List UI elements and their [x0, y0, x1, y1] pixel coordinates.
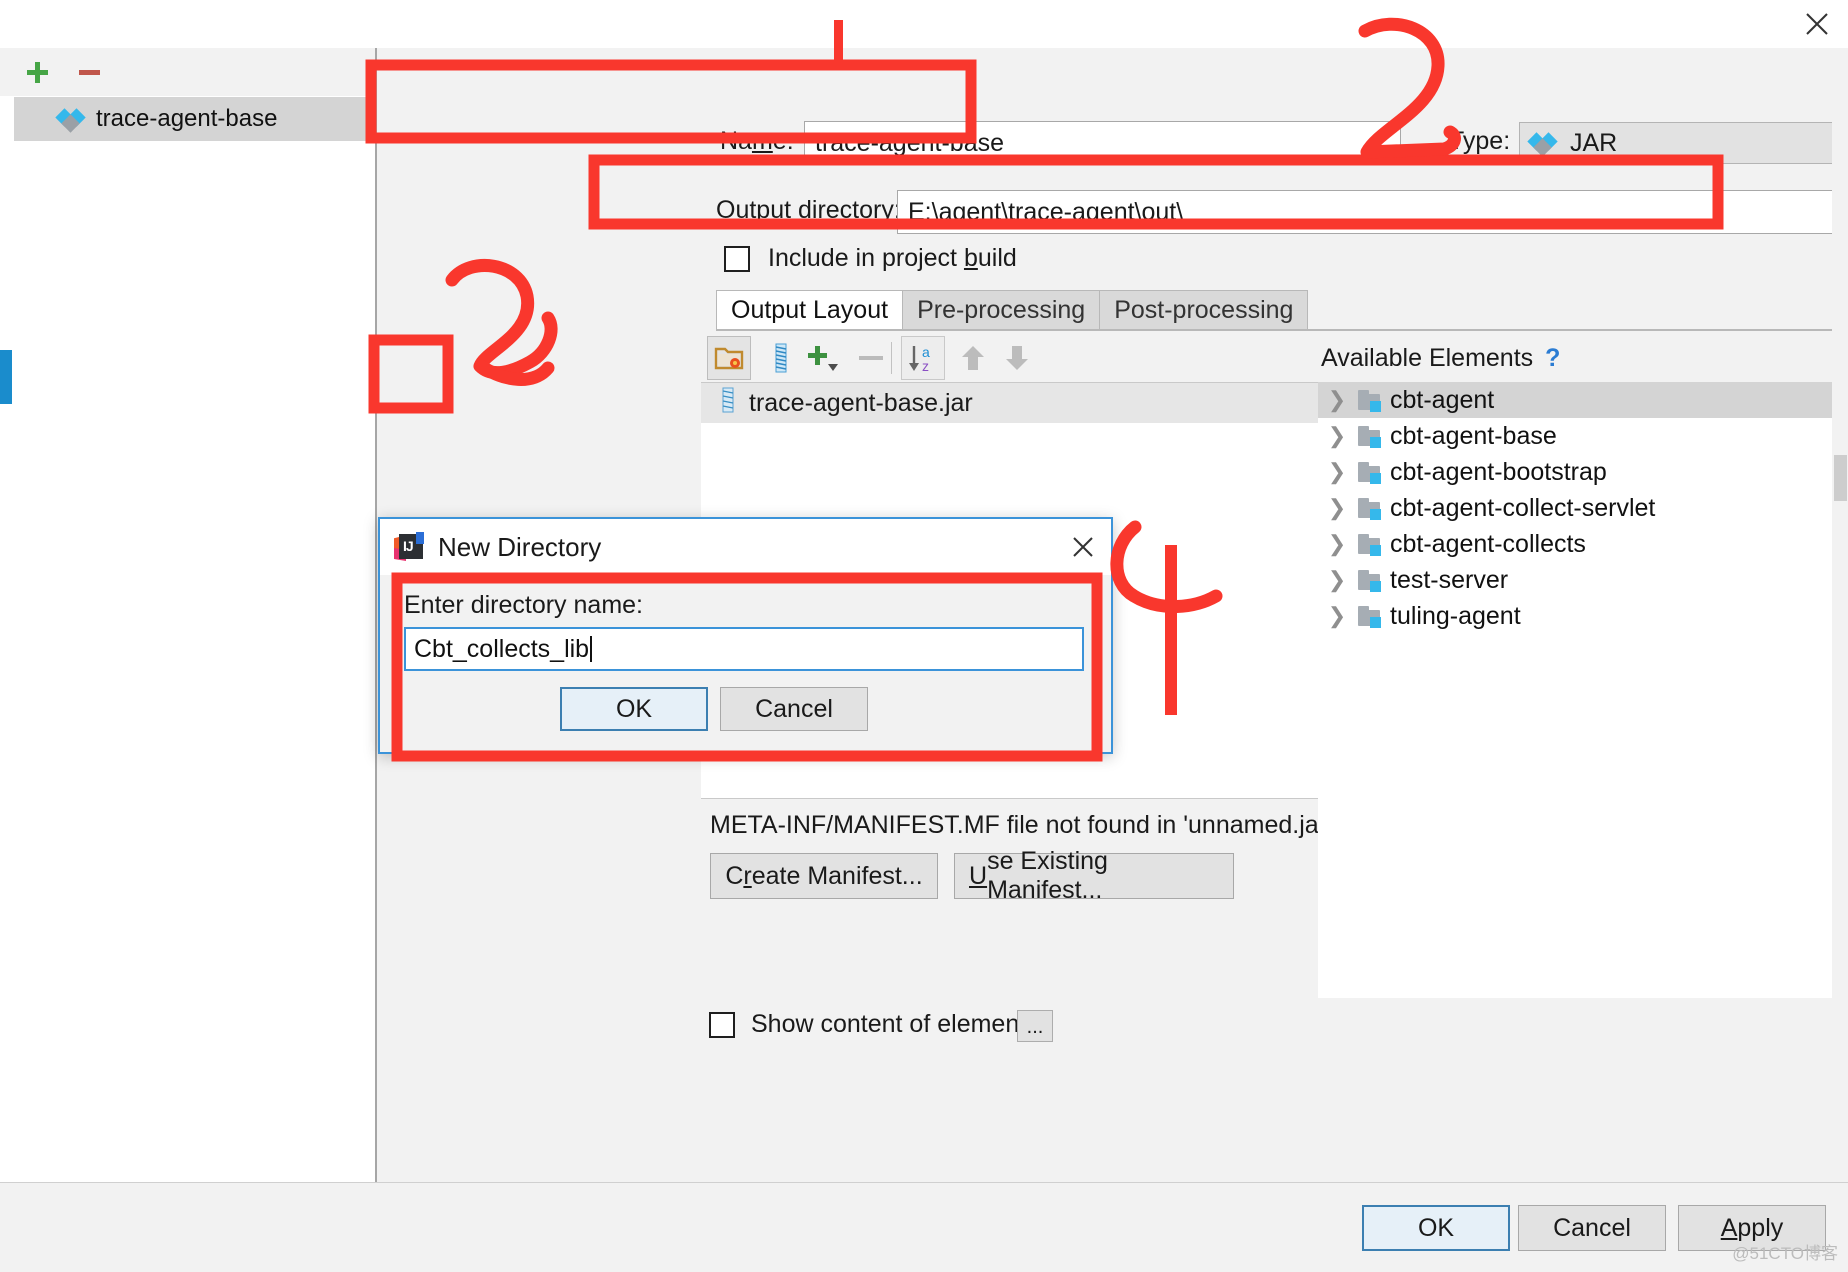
- include-in-project-build-label: Include in project build: [768, 244, 1017, 272]
- module-icon: [1356, 424, 1390, 448]
- manifest-section: META-INF/MANIFEST.MF file not found in '…: [701, 798, 1332, 1028]
- checkbox-box: [709, 1011, 735, 1038]
- available-element-label: cbt-agent-collects: [1390, 529, 1586, 558]
- enter-directory-name-label: Enter directory name:: [404, 591, 643, 619]
- available-element-row[interactable]: ❯ tuling-agent: [1318, 598, 1843, 634]
- available-element-label: cbt-agent: [1390, 385, 1495, 414]
- available-element-row[interactable]: ❯ cbt-agent-base: [1318, 418, 1843, 454]
- ok-button[interactable]: OK: [1362, 1205, 1510, 1251]
- available-element-row[interactable]: ❯ cbt-agent-bootstrap: [1318, 454, 1843, 490]
- available-elements-panel: Available Elements ? ❯ cbt-agent ❯ cbt-a…: [1318, 334, 1843, 998]
- module-icon: [1356, 460, 1390, 484]
- archive-icon[interactable]: [759, 336, 803, 380]
- module-icon: [1356, 388, 1390, 412]
- chevron-right-icon[interactable]: ❯: [1318, 531, 1356, 557]
- directory-name-input[interactable]: Cbt_collects_lib: [404, 627, 1084, 671]
- show-content-of-elements-label: Show content of elements: [751, 1010, 1039, 1038]
- chevron-right-icon[interactable]: ❯: [1318, 567, 1356, 593]
- create-manifest-button[interactable]: Cr eate Manifest...: [710, 853, 938, 899]
- output-layout-row-label: trace-agent-base.jar: [749, 388, 973, 417]
- available-element-row[interactable]: ❯ test-server: [1318, 562, 1843, 598]
- module-icon: [1356, 496, 1390, 520]
- window-titlebar: [0, 0, 1848, 48]
- available-elements-title: Available Elements: [1321, 343, 1534, 372]
- svg-text:z: z: [922, 358, 929, 374]
- available-element-label: cbt-agent-base: [1390, 421, 1557, 450]
- add-artifact-button[interactable]: [20, 56, 54, 88]
- watermark: @51CTO博客: [1732, 1244, 1838, 1263]
- arrow-down-icon[interactable]: [995, 336, 1039, 380]
- toolbar-separator: [891, 342, 892, 374]
- module-icon: [1356, 604, 1390, 628]
- tab-pre-processing[interactable]: Pre-processing: [902, 290, 1101, 330]
- show-content-of-elements-checkbox[interactable]: Show content of elements: [709, 1010, 1039, 1039]
- name-input[interactable]: trace-agent-base: [804, 121, 1401, 165]
- use-existing-manifest-button[interactable]: Use Existing Manifest...: [954, 847, 1234, 904]
- vertical-scrollbar[interactable]: [1832, 55, 1848, 1180]
- vertical-scrollbar-thumb[interactable]: [1834, 455, 1847, 501]
- chevron-right-icon[interactable]: ❯: [1318, 387, 1356, 413]
- chevron-right-icon[interactable]: ❯: [1318, 495, 1356, 521]
- remove-artifact-button[interactable]: [72, 56, 106, 88]
- name-label: Name:: [720, 127, 794, 155]
- text-caret: [590, 636, 593, 662]
- artifacts-sidebar: trace-agent-base: [0, 48, 377, 1182]
- chevron-right-icon[interactable]: ❯: [1318, 603, 1356, 629]
- tabs-underline: [716, 329, 1843, 331]
- new-directory-title: New Directory: [438, 531, 602, 562]
- help-icon[interactable]: ?: [1545, 344, 1560, 373]
- artifacts-settings-window: trace-agent-base Name: trace-agent-base …: [0, 0, 1848, 1272]
- module-icon: [1356, 532, 1390, 556]
- sidebar-toolbar: [0, 48, 375, 96]
- available-element-label: tuling-agent: [1390, 601, 1521, 630]
- add-dropdown-button[interactable]: [801, 336, 845, 380]
- close-icon[interactable]: [1786, 0, 1848, 48]
- cancel-button[interactable]: Cancel: [1518, 1205, 1666, 1251]
- chevron-right-icon[interactable]: ❯: [1318, 423, 1356, 449]
- new-directory-button[interactable]: [707, 336, 751, 380]
- arrow-up-icon[interactable]: [951, 336, 995, 380]
- new-directory-ok-button[interactable]: OK: [560, 687, 708, 731]
- panel-resize-handle[interactable]: [0, 350, 12, 404]
- module-icon: [1356, 568, 1390, 592]
- type-select[interactable]: JAR: [1519, 122, 1848, 164]
- available-element-row[interactable]: ❯ cbt-agent-collect-servlet: [1318, 490, 1843, 526]
- type-select-value: JAR: [1570, 128, 1618, 157]
- tab-output-layout[interactable]: Output Layout: [716, 290, 904, 330]
- sort-az-icon[interactable]: a z: [901, 336, 945, 380]
- output-directory-input[interactable]: E:\agent\trace-agent\out\: [897, 190, 1843, 234]
- available-elements-header: Available Elements ?: [1318, 334, 1843, 382]
- config-tabs: Output Layout Pre-processing Post-proces…: [716, 290, 1309, 330]
- new-directory-dialog: IJ New Directory Enter directory name: C…: [378, 517, 1113, 754]
- new-directory-body: Enter directory name: Cbt_collects_lib O…: [380, 575, 1111, 752]
- available-element-label: cbt-agent-collect-servlet: [1390, 493, 1656, 522]
- intellij-idea-icon: IJ: [394, 532, 424, 562]
- show-content-options-button[interactable]: ...: [1017, 1010, 1053, 1042]
- new-directory-titlebar: IJ New Directory: [380, 519, 1111, 575]
- artifact-diamond-icon: [55, 107, 86, 133]
- dialog-footer: OK Cancel Apply: [0, 1182, 1848, 1272]
- tab-post-processing[interactable]: Post-processing: [1099, 290, 1309, 330]
- new-directory-cancel-button[interactable]: Cancel: [720, 687, 868, 731]
- manifest-message: META-INF/MANIFEST.MF file not found in '…: [710, 811, 1332, 839]
- close-icon[interactable]: [1065, 531, 1101, 563]
- chevron-right-icon[interactable]: ❯: [1318, 459, 1356, 485]
- minus-icon[interactable]: [849, 336, 893, 380]
- available-element-label: test-server: [1390, 565, 1509, 594]
- include-in-project-build-checkbox[interactable]: Include in project build: [724, 244, 1017, 273]
- output-layout-row-jar[interactable]: trace-agent-base.jar: [701, 383, 1318, 423]
- available-element-row[interactable]: ❯ cbt-agent-collects: [1318, 526, 1843, 562]
- checkbox-box: [724, 245, 750, 272]
- available-element-row[interactable]: ❯ cbt-agent: [1318, 382, 1843, 418]
- sidebar-item-trace-agent-base[interactable]: trace-agent-base: [14, 97, 375, 141]
- sidebar-item-label: trace-agent-base: [96, 105, 278, 132]
- jar-icon: [719, 387, 737, 419]
- output-directory-label: Output directory:: [716, 196, 901, 224]
- artifact-diamond-icon: [1527, 131, 1558, 157]
- type-label: Type:: [1449, 127, 1511, 155]
- directory-name-value: Cbt_collects_lib: [414, 635, 590, 663]
- available-element-label: cbt-agent-bootstrap: [1390, 457, 1607, 486]
